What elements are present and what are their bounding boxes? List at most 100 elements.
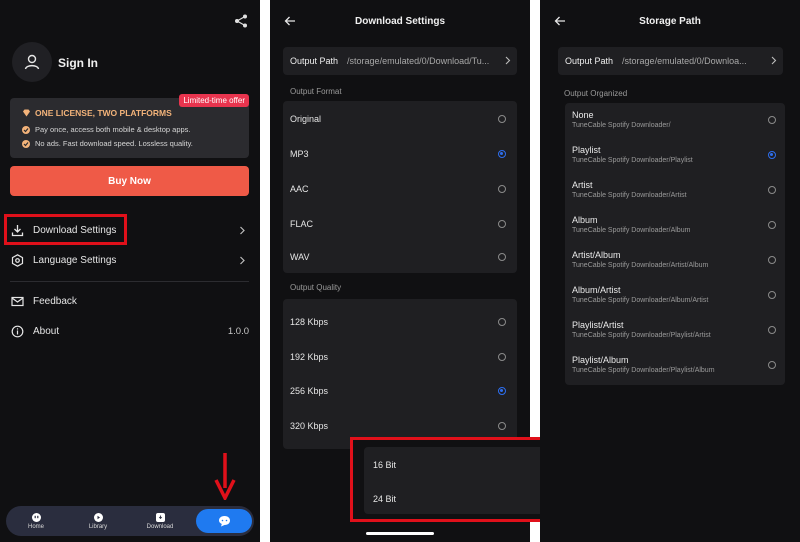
divider [10, 281, 249, 282]
menu-item-label: Feedback [33, 295, 77, 307]
check-icon [22, 139, 30, 148]
format-option[interactable]: FLAC [283, 206, 517, 241]
nav-download[interactable]: Download [135, 506, 185, 536]
output-organized-label: Output Organized [564, 89, 628, 98]
radio-button[interactable] [498, 114, 506, 123]
bottom-navigation: Home Library Download [6, 506, 254, 536]
quality-option-label: 128 Kbps [290, 316, 329, 327]
format-option[interactable]: MP3 [283, 136, 517, 171]
promo-benefit-text: Pay once, access both mobile & desktop a… [35, 125, 191, 134]
nav-chat-active[interactable] [196, 509, 252, 533]
radio-button-selected[interactable] [498, 386, 506, 395]
radio-button[interactable] [768, 256, 776, 264]
quality-option-label: 256 Kbps [290, 385, 329, 396]
radio-button-selected[interactable] [768, 151, 776, 159]
bit-depth-label: 16 Bit [373, 459, 397, 470]
format-option-label: WAV [290, 251, 310, 262]
storage-path-screen: Storage Path Output Path /storage/emulat… [540, 0, 800, 542]
organize-option[interactable]: Artist TuneCable Spotify Downloader/Arti… [565, 173, 785, 208]
menu-item-label: Language Settings [33, 254, 117, 266]
promo-benefit: No ads. Fast download speed. Lossless qu… [22, 139, 193, 148]
nav-label: Library [88, 523, 108, 530]
radio-button[interactable] [768, 326, 776, 334]
organize-option[interactable]: Album/Artist TuneCable Spotify Downloade… [565, 278, 785, 313]
radio-button[interactable] [768, 186, 776, 194]
menu-item-label: About [33, 325, 60, 337]
chevron-right-icon [240, 226, 245, 234]
organize-option-title: Album [572, 215, 598, 225]
organize-option-title: Artist/Album [572, 250, 621, 260]
organize-option[interactable]: Playlist/Album TuneCable Spotify Downloa… [565, 348, 785, 383]
avatar[interactable] [12, 42, 52, 82]
mail-icon [11, 296, 24, 306]
quality-option[interactable]: 192 Kbps [283, 339, 517, 374]
quality-option-label: 320 Kbps [290, 420, 329, 431]
output-path-row[interactable]: Output Path /storage/emulated/0/Downloa.… [558, 47, 783, 75]
radio-button[interactable] [768, 291, 776, 299]
diamond-icon [23, 109, 30, 117]
nav-library[interactable]: Library [73, 506, 123, 536]
format-option[interactable]: AAC [283, 171, 517, 206]
organize-option-title: None [572, 110, 594, 120]
radio-button[interactable] [498, 317, 506, 326]
quality-option[interactable]: 256 Kbps [283, 373, 517, 408]
output-path-row[interactable]: Output Path /storage/emulated/0/Download… [283, 47, 517, 75]
organize-option-path: TuneCable Spotify Downloader/Artist [572, 192, 687, 199]
organize-option-path: TuneCable Spotify Downloader/ [572, 122, 671, 129]
organize-option[interactable]: Album TuneCable Spotify Downloader/Album [565, 208, 785, 243]
output-quality-card: 128 Kbps 192 Kbps 256 Kbps 320 Kbps [283, 299, 517, 449]
app-version: 1.0.0 [227, 325, 249, 337]
organize-option[interactable]: Playlist TuneCable Spotify Downloader/Pl… [565, 138, 785, 173]
radio-button[interactable] [768, 361, 776, 369]
radio-button[interactable] [768, 221, 776, 229]
organize-option[interactable]: Artist/Album TuneCable Spotify Downloade… [565, 243, 785, 278]
promo-benefit-text: No ads. Fast download speed. Lossless qu… [35, 139, 193, 148]
output-path-value: /storage/emulated/0/Downloa... [622, 56, 747, 66]
menu-item-about[interactable]: About 1.0.0 [0, 318, 260, 344]
check-icon [22, 125, 30, 134]
radio-button[interactable] [498, 421, 506, 430]
nav-label: Download [146, 523, 174, 530]
organize-option-path: TuneCable Spotify Downloader/Artist/Albu… [572, 262, 709, 269]
download-icon [155, 512, 165, 522]
account-menu-screen: Sign In Limited-time offer ONE LICENSE, … [0, 0, 260, 542]
share-icon[interactable] [234, 14, 248, 28]
radio-button[interactable] [498, 252, 506, 261]
highlight-box [4, 214, 127, 245]
user-icon [24, 54, 40, 70]
output-format-card: Original MP3 AAC FLAC WAV [283, 101, 517, 273]
output-quality-label: Output Quality [290, 283, 342, 292]
output-path-value: /storage/emulated/0/Download/Tu... [347, 56, 490, 66]
radio-button[interactable] [498, 219, 506, 228]
chevron-right-icon [240, 256, 245, 264]
bit-depth-label: 24 Bit [373, 493, 397, 504]
quality-option[interactable]: 128 Kbps [283, 304, 517, 339]
radio-button-selected[interactable] [498, 149, 506, 158]
sign-in-link[interactable]: Sign In [58, 56, 98, 70]
organize-option[interactable]: Playlist/Artist TuneCable Spotify Downlo… [565, 313, 785, 348]
promo-card[interactable]: Limited-time offer ONE LICENSE, TWO PLAT… [10, 94, 249, 158]
organize-option-title: Playlist/Artist [572, 320, 624, 330]
quality-option-label: 192 Kbps [290, 351, 329, 362]
format-option-label: MP3 [290, 148, 309, 159]
output-organized-card: None TuneCable Spotify Downloader/ Playl… [565, 103, 785, 385]
buy-now-button[interactable]: Buy Now [10, 166, 249, 196]
radio-button[interactable] [768, 116, 776, 124]
page-title: Storage Path [639, 16, 701, 27]
format-option[interactable]: Original [283, 101, 517, 136]
organize-option-title: Playlist/Album [572, 355, 629, 365]
organize-option[interactable]: None TuneCable Spotify Downloader/ [565, 103, 785, 138]
header: Download Settings [270, 10, 530, 34]
format-option[interactable]: WAV [283, 239, 517, 274]
chat-bubble-icon [218, 516, 230, 527]
nav-home[interactable]: Home [11, 506, 61, 536]
organize-option-title: Playlist [572, 145, 601, 155]
limited-offer-badge: Limited-time offer [179, 94, 249, 107]
radio-button[interactable] [498, 184, 506, 193]
red-arrow-annotation [214, 453, 236, 500]
radio-button[interactable] [498, 352, 506, 361]
menu-item-feedback[interactable]: Feedback [0, 288, 260, 314]
format-option-label: AAC [290, 183, 309, 194]
menu-item-language-settings[interactable]: Language Settings [0, 247, 260, 273]
format-option-label: Original [290, 113, 322, 124]
